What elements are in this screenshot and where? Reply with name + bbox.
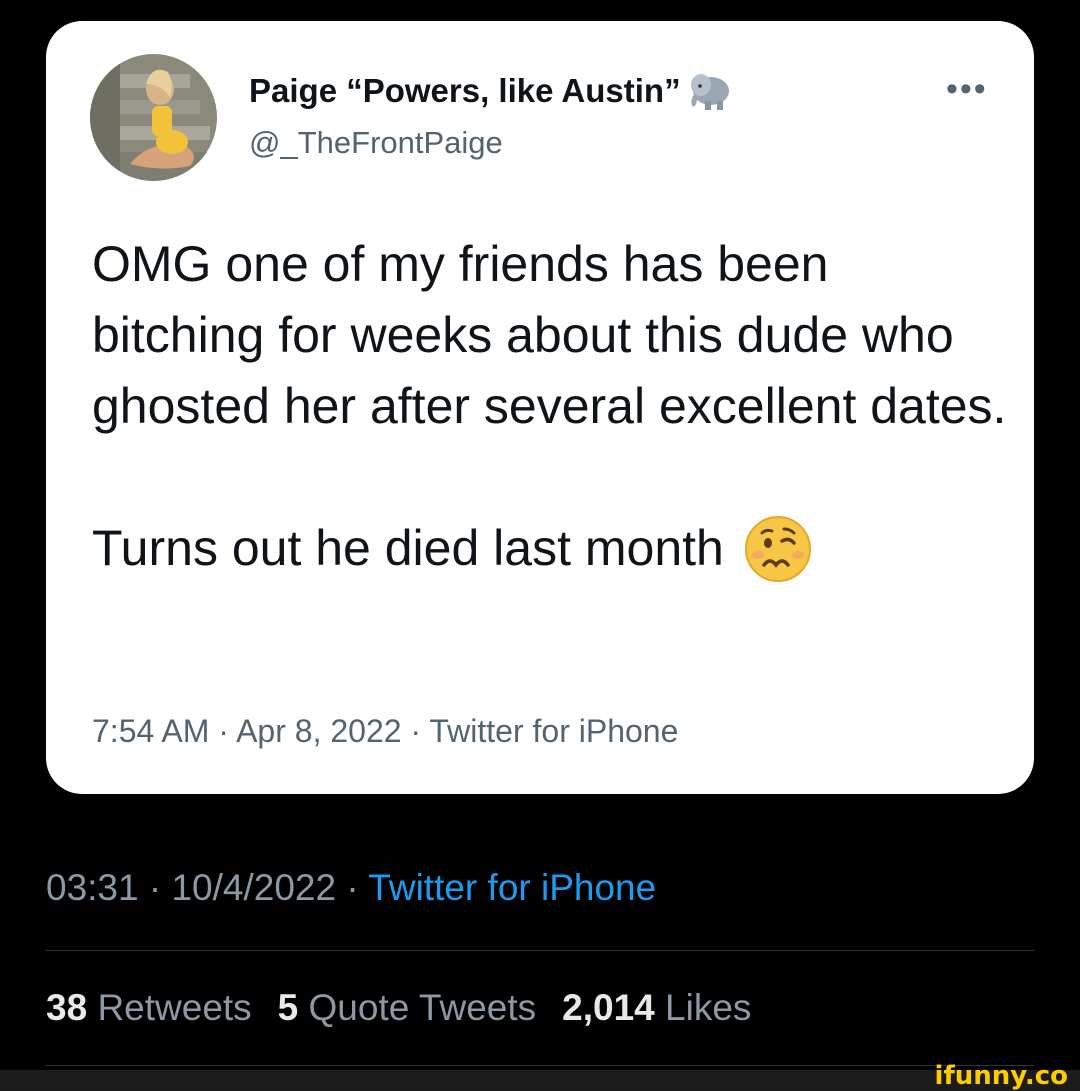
quote-tweets-count: 5 (277, 987, 299, 1028)
divider (46, 1065, 1034, 1066)
likes-count: 2,014 (562, 987, 655, 1028)
quote-tweets-label: Quote Tweets (308, 987, 537, 1028)
outer-timestamp: 03:31 · 10/4/2022 · Twitter for iPhone (46, 867, 656, 909)
elephant-icon (690, 74, 729, 110)
more-icon[interactable]: ••• (946, 72, 988, 106)
divider (46, 950, 1034, 951)
author-handle[interactable]: @_TheFrontPaige (249, 125, 503, 161)
tweet-paragraph-2-text: Turns out he died last month (92, 520, 724, 576)
engagement-stats: 38 Retweets 5 Quote Tweets 2,014 Likes (46, 987, 777, 1029)
likes-label: Likes (665, 987, 752, 1028)
footer-bar (0, 1070, 1080, 1091)
retweets-stat[interactable]: 38 Retweets (46, 987, 252, 1029)
outer-time-date[interactable]: 03:31 · 10/4/2022 · (46, 867, 368, 908)
retweets-count: 38 (46, 987, 88, 1028)
watermark: ifunny.co (934, 1061, 1068, 1091)
tweet-text: OMG one of my friends has been bitching … (92, 229, 1012, 584)
tweet-paragraph-2: Turns out he died last month (92, 513, 1012, 584)
tweet-paragraph-1: OMG one of my friends has been bitching … (92, 236, 1007, 434)
tweet-timestamp[interactable]: 7:54 AM · Apr 8, 2022 · Twitter for iPho… (92, 713, 678, 750)
tweet-card: Paige “Powers, like Austin” @_TheFrontPa… (46, 21, 1034, 794)
avatar[interactable] (90, 54, 217, 181)
outer-source-link[interactable]: Twitter for iPhone (368, 867, 656, 908)
woozy-face-icon (744, 515, 811, 582)
author-name[interactable]: Paige “Powers, like Austin” (249, 72, 681, 110)
quote-tweets-stat[interactable]: 5 Quote Tweets (278, 987, 536, 1029)
retweets-label: Retweets (97, 987, 252, 1028)
likes-stat[interactable]: 2,014 Likes (562, 987, 751, 1029)
